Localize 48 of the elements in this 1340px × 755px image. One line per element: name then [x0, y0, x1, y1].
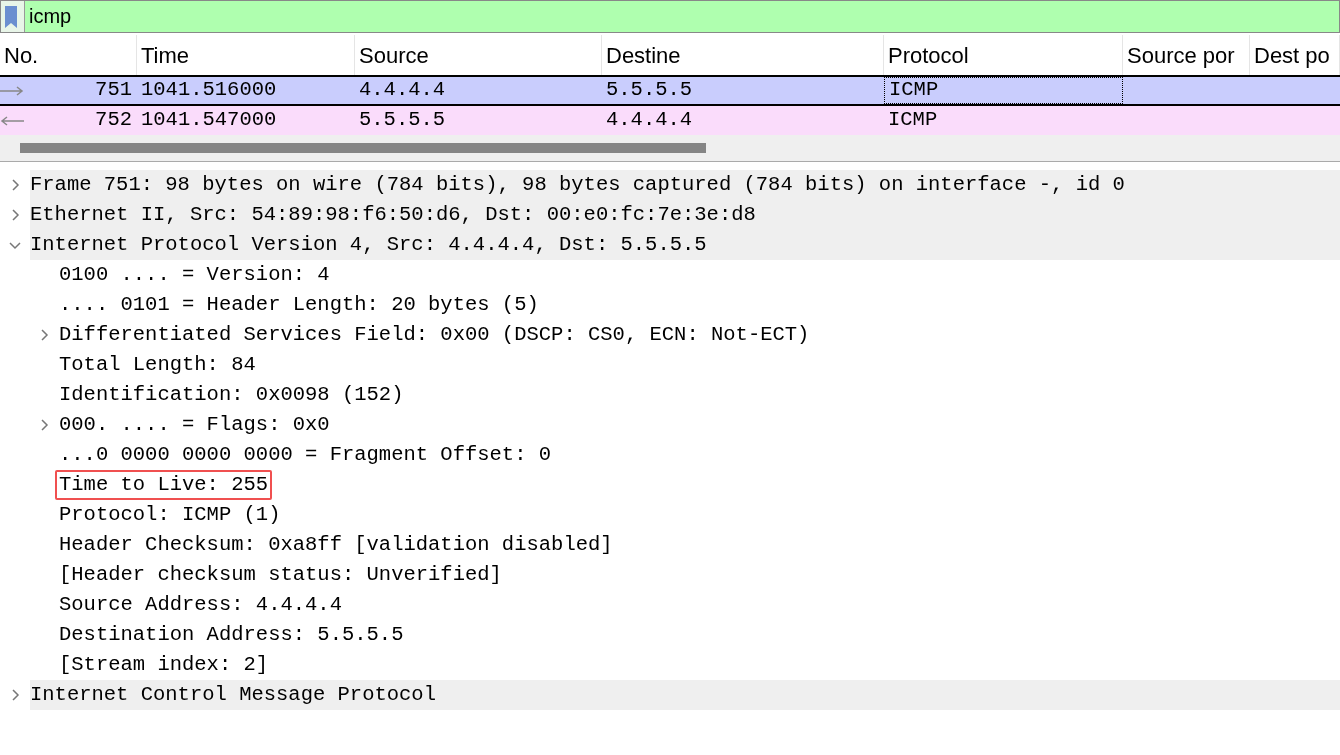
tree-item[interactable]: Total Length: 84: [59, 350, 256, 380]
column-header[interactable]: No.: [4, 38, 39, 72]
table-cell-text: 1041.547000: [141, 107, 277, 134]
column-header[interactable]: Destine: [606, 38, 681, 72]
right-arrow-icon: [0, 85, 24, 96]
tree-item[interactable]: Time to Live: 255: [55, 470, 273, 500]
table-cell-text: 1041.516000: [141, 77, 277, 104]
chevron-down-icon[interactable]: [9, 239, 21, 251]
column-header[interactable]: Time: [141, 38, 190, 72]
tree-item[interactable]: Internet Control Message Protocol: [30, 680, 1340, 710]
left-arrow-icon: [0, 115, 24, 126]
column-header[interactable]: Source: [359, 38, 429, 72]
filter-field[interactable]: icmp: [24, 1, 1339, 32]
table-cell-text: 751: [95, 77, 132, 104]
chevron-right-icon[interactable]: [38, 329, 50, 341]
tree-item[interactable]: Source Address: 4.4.4.4: [59, 590, 342, 620]
tree-item[interactable]: 0100 .... = Version: 4: [59, 260, 330, 290]
column-header[interactable]: Source por: [1127, 38, 1235, 72]
tree-item[interactable]: Protocol: ICMP (1): [59, 500, 281, 530]
chevron-right-icon[interactable]: [9, 179, 21, 191]
bookmark-icon[interactable]: [4, 4, 18, 29]
table-cell-text: 752: [95, 107, 132, 134]
table-cell-text: 4.4.4.4: [359, 77, 446, 104]
tree-item[interactable]: .... 0101 = Header Length: 20 bytes (5): [59, 290, 539, 320]
table-cell-text: ICMP: [889, 77, 939, 104]
chevron-right-icon[interactable]: [9, 689, 21, 701]
tree-item[interactable]: Destination Address: 5.5.5.5: [59, 620, 404, 650]
tree-item[interactable]: 000. .... = Flags: 0x0: [59, 410, 330, 440]
chevron-right-icon[interactable]: [38, 419, 50, 431]
tree-item[interactable]: Frame 751: 98 bytes on wire (784 bits), 98 bytes captured (784 bits) on interface -, id 0: [30, 170, 1340, 200]
tree-item[interactable]: ...0 0000 0000 0000 = Fragment Offset: 0: [59, 440, 552, 470]
column-header[interactable]: Dest po: [1254, 38, 1330, 72]
tree-item[interactable]: [Header checksum status: Unverified]: [59, 560, 502, 590]
tree-item[interactable]: Header Checksum: 0xa8ff [validation disabled]: [59, 530, 613, 560]
packet-row[interactable]: 752 1041.547000 5.5.5.5 4.4.4.4 ICMP: [0, 106, 1340, 135]
scrollbar-thumb[interactable]: [20, 143, 706, 153]
tree-item[interactable]: Identification: 0x0098 (152): [59, 380, 404, 410]
table-cell-text: 4.4.4.4: [606, 107, 693, 134]
tree-item[interactable]: Internet Protocol Version 4, Src: 4.4.4.4, Dst: 5.5.5.5: [30, 230, 1340, 260]
chevron-right-icon[interactable]: [9, 209, 21, 221]
table-cell-text: 5.5.5.5: [359, 107, 446, 134]
tree-item[interactable]: Differentiated Services Field: 0x00 (DSCP: CS0, ECN: Not-ECT): [59, 320, 810, 350]
tree-item[interactable]: [Stream index: 2]: [59, 650, 269, 680]
table-cell-text: ICMP: [888, 107, 938, 134]
table-cell-text: 5.5.5.5: [606, 77, 693, 104]
packet-row[interactable]: 751 1041.516000 4.4.4.4 5.5.5.5 ICMP: [0, 77, 1340, 106]
column-header[interactable]: Protocol: [888, 38, 969, 72]
tree-item[interactable]: Ethernet II, Src: 54:89:98:f6:50:d6, Dst: 00:e0:fc:7e:3e:d8: [30, 200, 1340, 230]
